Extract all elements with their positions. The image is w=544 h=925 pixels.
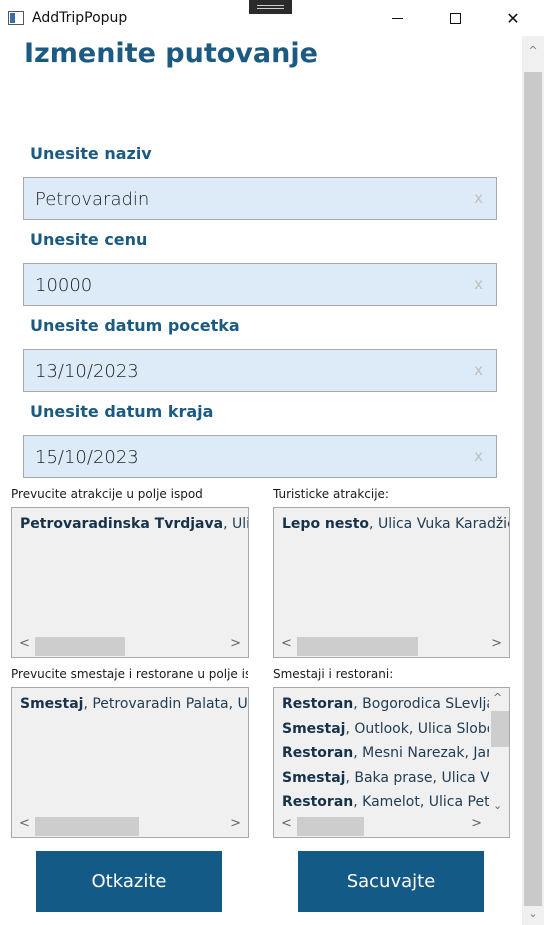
scroll-right-icon[interactable]: > [230,816,241,831]
drag-handle[interactable] [249,0,292,14]
scroll-right-icon[interactable]: > [471,816,482,831]
name-value: Petrovaradin [35,189,150,210]
end-date-label: Unesite datum kraja [30,402,214,421]
scroll-thumb[interactable] [297,637,418,656]
end-date-field[interactable]: 15/10/2023 x [23,435,497,478]
scroll-up-icon[interactable]: ^ [493,691,502,704]
scroll-left-icon[interactable]: < [19,816,30,831]
page-title: Izmenite putovanje [24,38,318,69]
scroll-left-icon[interactable]: < [281,636,292,651]
clear-end-date-icon[interactable]: x [474,447,483,465]
minimize-icon [391,17,403,19]
window-title: AddTripPopup [32,10,128,26]
close-icon: ✕ [506,8,520,28]
window-scrollbar[interactable]: ^ ⌄ [522,36,544,925]
name-label: Unesite naziv [30,144,152,163]
price-label: Unesite cenu [30,230,148,249]
list-item[interactable]: Smestaj, Baka prase, Ulica Vuk [282,770,506,786]
title-bar[interactable]: AddTripPopup ✕ [0,0,544,36]
accommodations-label: Smestaji i restorani: [273,667,394,681]
scroll-thumb[interactable] [297,817,364,836]
horizontal-scrollbar[interactable]: < > [13,814,247,836]
selected-attractions-label: Prevucite atrakcije u polje ispod [11,487,203,501]
list-item[interactable]: Smestaj, Outlook, Ulica Slobod [282,721,504,737]
scroll-up-icon[interactable]: ^ [522,40,544,60]
vertical-scrollbar[interactable]: ^ ⌄ [489,689,509,814]
list-item[interactable]: Smestaj, Petrovaradin Palata, Ulic [20,696,248,712]
end-date-value: 15/10/2023 [35,447,139,468]
scroll-thumb[interactable] [491,711,509,747]
maximize-icon [449,12,461,24]
scroll-thumb[interactable] [35,637,125,656]
price-field[interactable]: 10000 x [23,263,497,306]
list-item[interactable]: Restoran, Kamelot, Ulica Petef [282,794,503,810]
selected-accommodations-label: Prevucite smestaje i restorane u polje i… [11,667,248,681]
start-date-label: Unesite datum pocetka [30,316,240,335]
list-item[interactable]: Petrovaradinska Tvrdjava, Ulica Tr [20,516,248,532]
minimize-button[interactable] [368,0,426,36]
maximize-button[interactable] [426,0,484,36]
selected-accommodations-list[interactable]: Smestaj, Petrovaradin Palata, Ulic < > [11,687,249,838]
app-icon [8,11,24,25]
horizontal-scrollbar[interactable]: < > [275,634,508,656]
list-item[interactable]: Restoran, Mesni Narezak, Jarje [282,745,504,761]
cancel-button[interactable]: Otkazite [36,851,222,912]
attractions-list[interactable]: Lepo nesto, Ulica Vuka Karadžića < > [273,507,510,658]
scroll-right-icon[interactable]: > [491,636,502,651]
scroll-right-icon[interactable]: > [230,636,241,651]
clear-start-date-icon[interactable]: x [474,361,483,379]
price-value: 10000 [35,275,93,296]
scroll-left-icon[interactable]: < [19,636,30,651]
list-item[interactable]: Restoran, Bogorodica SLevlja, U [282,696,509,712]
start-date-field[interactable]: 13/10/2023 x [23,349,497,392]
window-scroll-thumb[interactable] [524,72,542,906]
horizontal-scrollbar[interactable]: < > [13,634,247,656]
list-item[interactable]: Lepo nesto, Ulica Vuka Karadžića [282,516,509,532]
save-button[interactable]: Sacuvajte [298,851,484,912]
selected-attractions-list[interactable]: Petrovaradinska Tvrdjava, Ulica Tr < > [11,507,249,658]
close-button[interactable]: ✕ [484,0,542,36]
clear-price-icon[interactable]: x [474,275,483,293]
accommodations-list[interactable]: Restoran, Bogorodica SLevlja, U Smestaj,… [273,687,510,838]
name-field[interactable]: Petrovaradin x [23,177,497,220]
attractions-label: Turisticke atrakcije: [273,487,389,501]
scroll-thumb[interactable] [35,817,139,836]
horizontal-scrollbar[interactable]: < > [275,814,488,836]
scroll-down-icon[interactable]: ⌄ [493,799,502,812]
scroll-left-icon[interactable]: < [281,816,292,831]
scroll-down-icon[interactable]: ⌄ [522,903,544,923]
clear-name-icon[interactable]: x [474,189,483,207]
start-date-value: 13/10/2023 [35,361,139,382]
